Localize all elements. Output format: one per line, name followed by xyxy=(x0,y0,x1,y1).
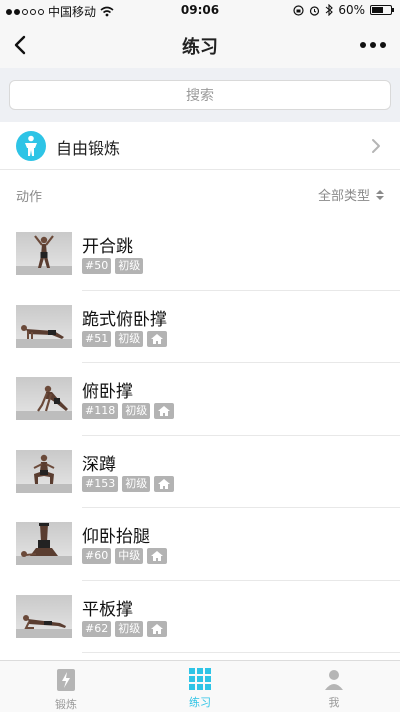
exercise-list: 开合跳 #50 初级 跪式俯卧撑 #51 初级 俯卧撑 #118 初级 深蹲 #… xyxy=(0,218,400,653)
more-dot-icon xyxy=(380,42,386,48)
search-input[interactable]: 搜索 xyxy=(9,80,391,110)
home-icon xyxy=(147,548,168,564)
exercise-thumbnail xyxy=(16,232,72,275)
exercise-tags: #62 初级 xyxy=(82,620,168,637)
level-tag: 中级 xyxy=(115,548,144,564)
exercise-thumbnail xyxy=(16,449,72,493)
level-tag: 初级 xyxy=(122,475,151,492)
free-exercise-label: 自由锻炼 xyxy=(56,139,121,158)
exercise-tags: #60 中级 xyxy=(82,548,168,564)
bluetooth-icon xyxy=(325,4,334,16)
page-title: 练习 xyxy=(182,37,218,58)
exercise-tags: #153 初级 xyxy=(82,475,175,492)
exercise-tags: #51 初级 xyxy=(82,330,168,347)
nav-bar: 练习 xyxy=(0,22,400,68)
exercise-name: 俯卧撑 xyxy=(82,382,133,402)
exercise-number-tag: #50 xyxy=(82,258,112,274)
battery-icon xyxy=(370,5,394,15)
dumbbell-icon xyxy=(57,669,75,691)
tab-bar: 锻炼 练习 我 xyxy=(0,660,400,712)
exercise-tags: #50 初级 xyxy=(82,258,144,274)
home-icon xyxy=(154,403,175,419)
exercise-name: 平板撑 xyxy=(82,599,133,620)
tab-label: 我 xyxy=(328,696,340,709)
type-filter-button[interactable]: 全部类型 xyxy=(318,185,384,204)
tab-me[interactable]: 我 xyxy=(304,667,364,710)
status-right: 60% xyxy=(293,3,394,17)
more-button[interactable] xyxy=(360,42,386,48)
exercise-thumbnail xyxy=(16,522,72,565)
exercise-name: 跪式俯卧撑 xyxy=(82,309,167,330)
exercise-number-tag: #118 xyxy=(82,403,119,419)
level-tag: 初级 xyxy=(115,620,144,637)
exercise-tags: #118 初级 xyxy=(82,403,175,419)
exercise-number-tag: #60 xyxy=(82,548,112,564)
home-icon xyxy=(154,475,175,492)
chevron-right-icon xyxy=(372,139,380,153)
status-bar: 中国移动 09:06 60% xyxy=(0,0,400,22)
free-exercise-row[interactable]: 自由锻炼 xyxy=(0,122,400,170)
exercise-thumbnail xyxy=(16,377,72,420)
exercise-name: 仰卧抬腿 xyxy=(82,527,150,547)
exercise-item[interactable]: 平板撑 #62 初级 xyxy=(0,581,400,654)
more-dot-icon xyxy=(370,42,376,48)
exercise-number-tag: #62 xyxy=(82,620,112,637)
search-placeholder: 搜索 xyxy=(186,88,214,104)
grid-icon xyxy=(189,668,211,690)
tab-label: 锻炼 xyxy=(55,698,77,711)
tab-practice[interactable]: 练习 xyxy=(170,667,230,710)
tab-workout[interactable]: 锻炼 xyxy=(36,667,96,712)
exercise-item[interactable]: 深蹲 #153 初级 xyxy=(0,436,400,509)
section-header: 动作 全部类型 xyxy=(0,170,400,218)
tab-label: 练习 xyxy=(189,696,211,709)
exercise-number-tag: #153 xyxy=(82,475,119,492)
exercise-thumbnail xyxy=(16,304,72,348)
level-tag: 初级 xyxy=(122,403,151,419)
exercise-name: 深蹲 xyxy=(82,454,116,475)
person-icon xyxy=(16,131,46,161)
search-area: 搜索 xyxy=(0,68,400,122)
level-tag: 初级 xyxy=(115,258,144,274)
alarm-icon xyxy=(310,5,320,16)
level-tag: 初级 xyxy=(115,330,144,347)
orientation-lock-icon xyxy=(293,4,304,16)
exercise-item[interactable]: 跪式俯卧撑 #51 初级 xyxy=(0,291,400,364)
section-title: 动作 xyxy=(16,190,43,205)
more-dot-icon xyxy=(360,42,366,48)
exercise-item[interactable]: 开合跳 #50 初级 xyxy=(0,218,400,291)
exercise-number-tag: #51 xyxy=(82,330,112,347)
exercise-item[interactable]: 俯卧撑 #118 初级 xyxy=(0,363,400,436)
home-icon xyxy=(147,330,168,347)
battery-level xyxy=(372,7,383,13)
sort-icon xyxy=(376,189,384,200)
filter-label: 全部类型 xyxy=(317,189,370,204)
exercise-item[interactable]: 仰卧抬腿 #60 中级 xyxy=(0,508,400,581)
battery-percent: 60% xyxy=(338,3,365,17)
exercise-name: 开合跳 xyxy=(82,237,133,257)
home-icon xyxy=(147,620,168,637)
exercise-thumbnail xyxy=(16,594,72,638)
profile-icon xyxy=(325,670,343,690)
